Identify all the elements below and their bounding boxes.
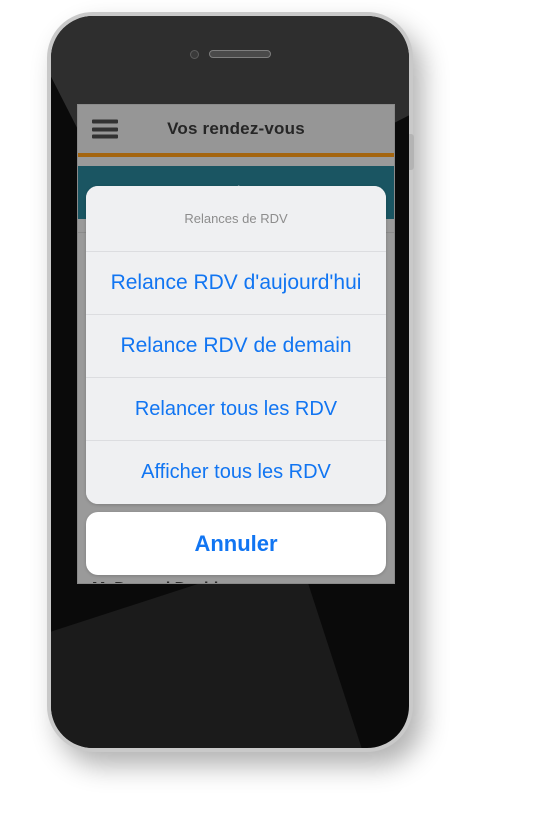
appointment-contact-name: M. Durand David [92, 580, 218, 583]
device-top-hardware [51, 46, 409, 62]
hamburger-menu-icon[interactable] [92, 119, 118, 139]
app-header: Vos rendez-vous [78, 105, 394, 153]
action-sheet-option-relance-demain[interactable]: Relance RDV de demain [86, 315, 386, 378]
hamburger-bar-2 [92, 127, 118, 131]
action-sheet-cancel-button[interactable]: Annuler [86, 512, 386, 575]
earpiece-speaker-icon [208, 50, 271, 58]
action-sheet-option-relance-aujourdhui[interactable]: Relance RDV d'aujourd'hui [86, 252, 386, 315]
action-sheet-title: Relances de RDV [86, 186, 386, 252]
power-button-icon[interactable] [409, 134, 414, 170]
header-spacer [78, 157, 394, 166]
page-title: Vos rendez-vous [167, 119, 305, 138]
hamburger-bar-3 [92, 134, 118, 139]
phone-screen: M. Durand David Vos rendez-vous Action R… [77, 104, 395, 584]
action-sheet-group: Relances de RDV Relance RDV d'aujourd'hu… [86, 186, 386, 504]
action-sheet: Relances de RDV Relance RDV d'aujourd'hu… [86, 186, 386, 575]
action-sheet-option-relancer-tous[interactable]: Relancer tous les RDV [86, 378, 386, 441]
front-camera-icon [189, 49, 199, 59]
phone-device: M. Durand David Vos rendez-vous Action R… [47, 12, 414, 752]
hamburger-bar-1 [92, 119, 118, 124]
action-sheet-option-afficher-tous[interactable]: Afficher tous les RDV [86, 441, 386, 504]
